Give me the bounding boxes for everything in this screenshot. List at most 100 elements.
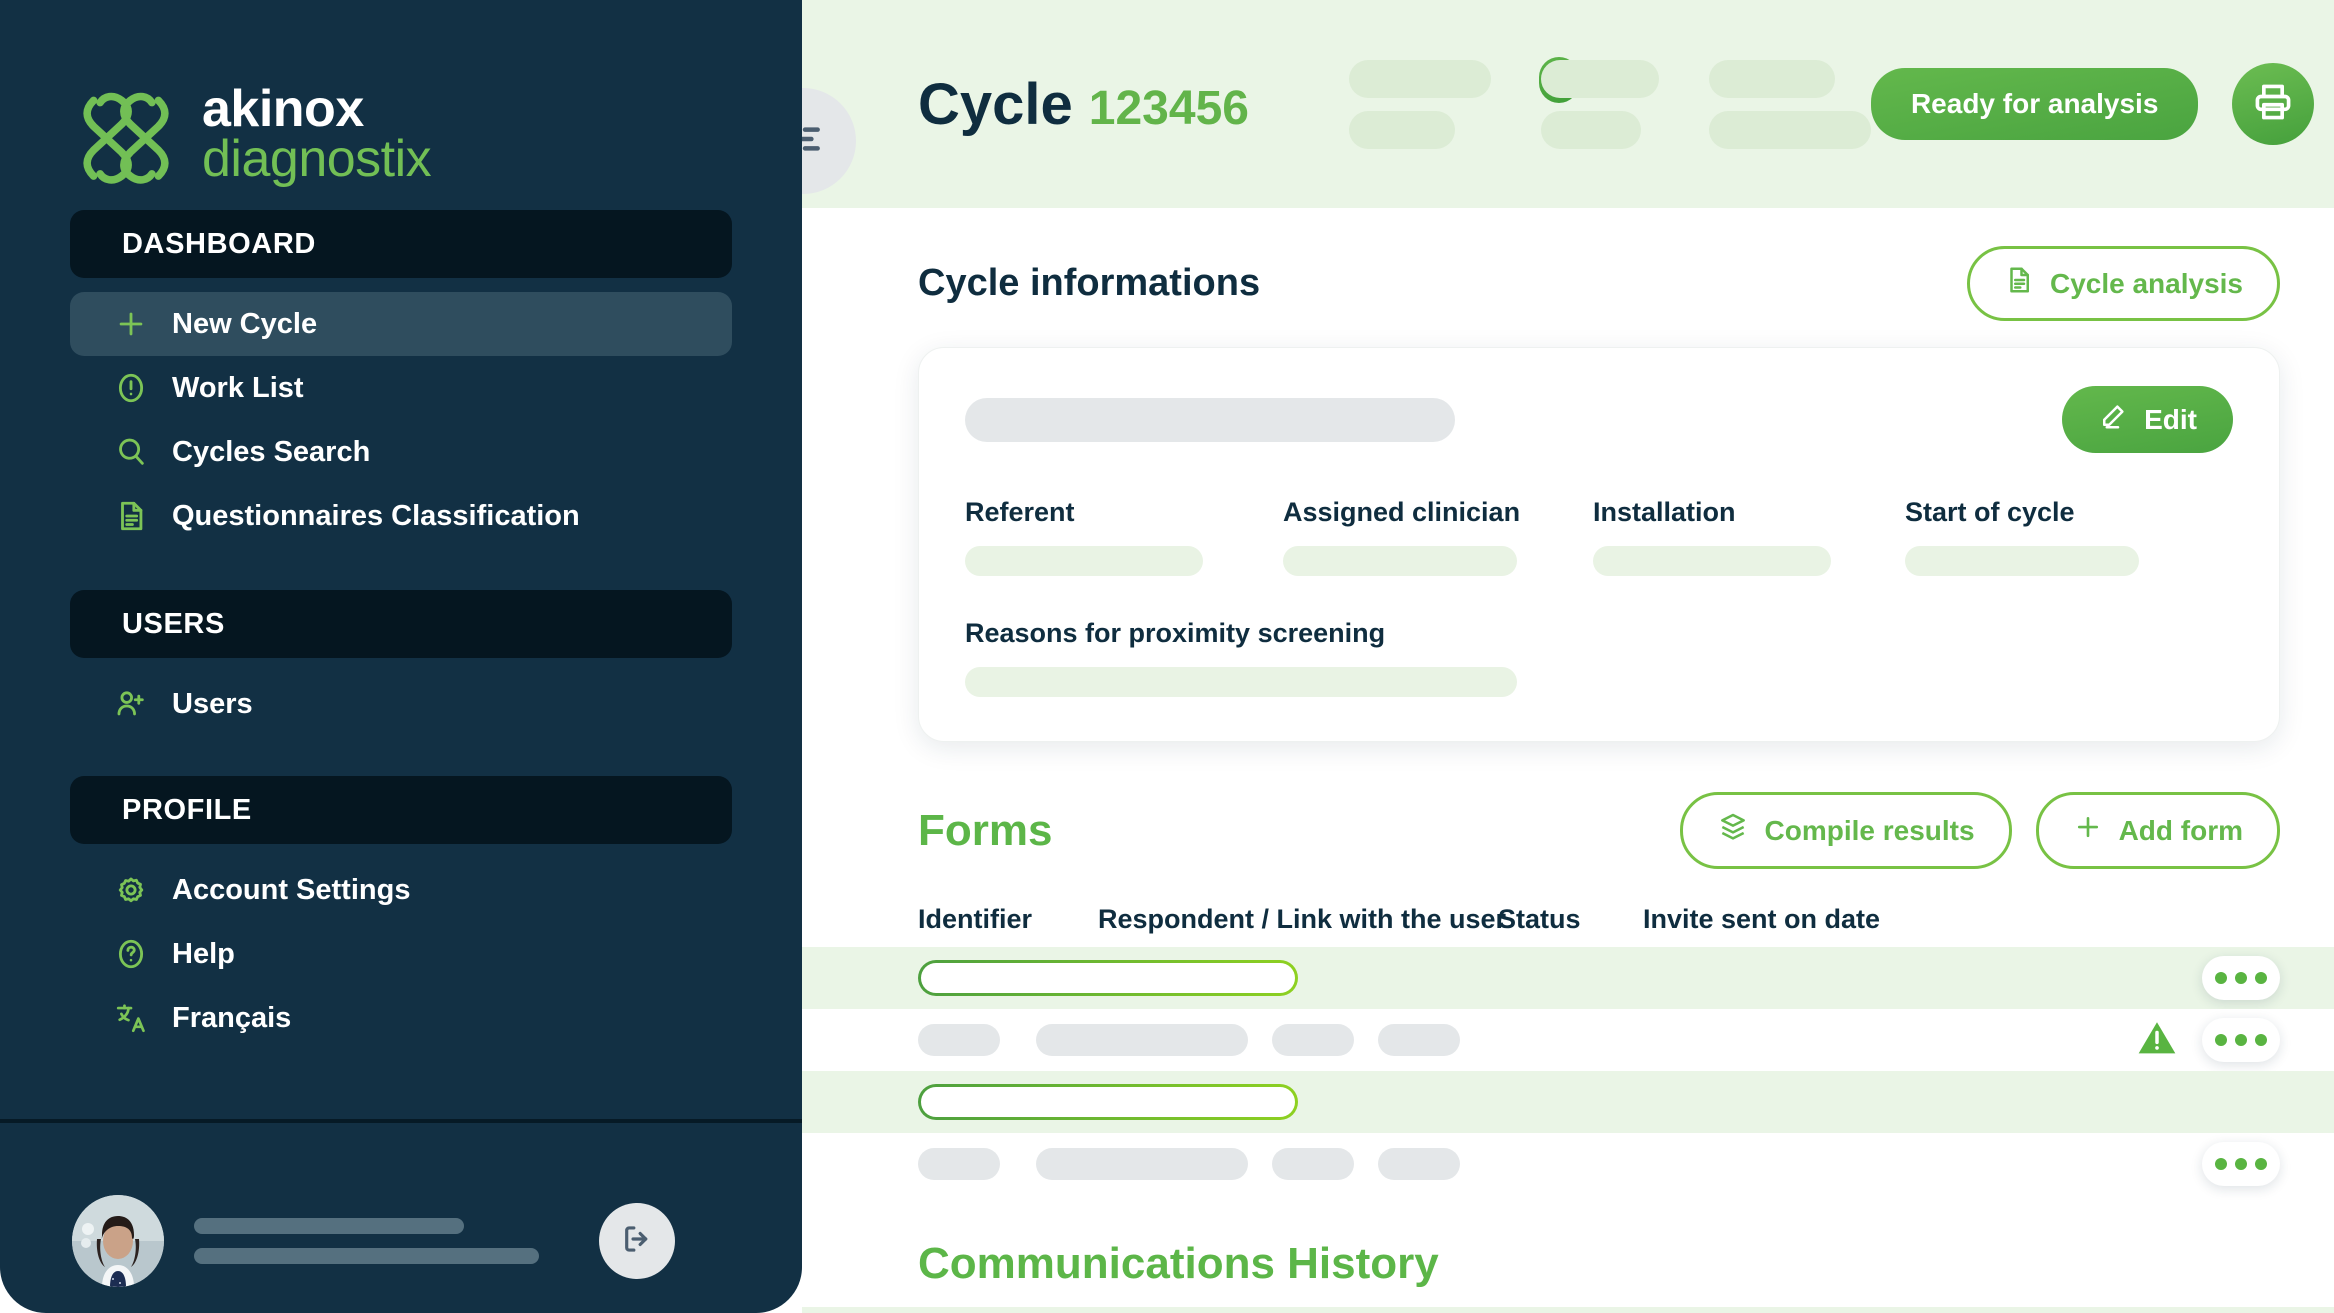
group-identifier-chip	[918, 1084, 1298, 1120]
section-title-cycle-informations: Cycle informations	[918, 262, 1261, 304]
kebab-menu-icon[interactable]	[2202, 956, 2280, 1000]
redacted-bar	[965, 397, 1455, 442]
field-value-placeholder	[1593, 546, 1831, 576]
column-header-respondent: Respondent / Link with the user	[1098, 903, 1507, 934]
brand-name-akinox: akinox	[202, 80, 364, 139]
sidebar-item-label: Work List	[172, 371, 304, 404]
page-header: Cycle 123456 Ready for analysis	[802, 0, 2334, 208]
row-actions	[2134, 1016, 2280, 1065]
add-form-button[interactable]: Add form	[2035, 792, 2280, 869]
user-add-icon	[112, 685, 150, 723]
sidebar-item-cycles-search[interactable]: Cycles Search	[70, 420, 732, 484]
sidebar-item-label: Questionnaires Classification	[172, 499, 580, 532]
status-badge[interactable]: Ready for analysis	[1870, 68, 2199, 140]
sidebar-user-profile[interactable]	[0, 1123, 802, 1313]
cycle-fields-row: Referent Assigned clinician Installation…	[965, 497, 2233, 576]
page-title: Cycle 123456	[918, 71, 1249, 138]
group-identifier-chip	[918, 960, 1298, 996]
redacted-chip	[1708, 110, 1871, 149]
cycle-informations-header: Cycle informations Cycle analysis	[918, 246, 2280, 321]
cell-invite-sent	[1378, 1024, 1460, 1056]
table-row[interactable]	[802, 1133, 2334, 1195]
redacted-chip	[1708, 59, 1835, 98]
cycle-informations-card: Edit Referent Assigned clinician Install…	[918, 347, 2280, 742]
communications-table: Communication type Questionnaires Date a…	[802, 1307, 2334, 1313]
sidebar-item-language-francais[interactable]: Français	[70, 986, 732, 1050]
logout-button[interactable]	[599, 1203, 675, 1279]
sidebar-item-work-list[interactable]: Work List	[70, 356, 732, 420]
cell-status	[1272, 1148, 1354, 1180]
edit-label: Edit	[2144, 403, 2197, 435]
print-icon	[2251, 80, 2295, 129]
search-icon	[112, 433, 150, 471]
sidebar-item-account-settings[interactable]: Account Settings	[70, 858, 732, 922]
patient-info-column	[1540, 59, 1659, 149]
field-start-of-cycle: Start of cycle	[1905, 497, 2205, 576]
cell-respondent	[1036, 1024, 1248, 1056]
sidebar-item-label: Help	[172, 937, 235, 970]
document-icon	[2004, 265, 2034, 302]
compile-results-button[interactable]: Compile results	[1679, 792, 2012, 869]
sidebar: akinox diagnostix DASHBOARD New Cycle Wo…	[0, 0, 802, 1313]
communications-header: Communications History	[918, 1239, 2280, 1289]
field-installation: Installation	[1593, 497, 1905, 576]
field-reasons-for-proximity-screening: Reasons for proximity screening	[965, 618, 2233, 697]
forms-table-header: Identifier Respondent / Link with the us…	[918, 891, 2280, 947]
forms-actions: Compile results Add form	[1679, 792, 2280, 869]
warning-triangle-icon	[2134, 1016, 2180, 1065]
field-assigned-clinician: Assigned clinician	[1283, 497, 1593, 576]
sidebar-section-users: USERS	[70, 590, 732, 658]
sidebar-item-label: Account Settings	[172, 873, 411, 906]
collapse-sidebar-button[interactable]	[802, 88, 856, 194]
table-row[interactable]	[802, 1071, 2334, 1133]
avatar	[72, 1195, 164, 1287]
sidebar-item-users[interactable]: Users	[70, 672, 732, 736]
sidebar-item-help[interactable]: Help	[70, 922, 732, 986]
redacted-chip	[1540, 59, 1659, 98]
cycle-analysis-button[interactable]: Cycle analysis	[1966, 246, 2280, 321]
sidebar-section-profile: PROFILE	[70, 776, 732, 844]
field-value-placeholder	[1283, 546, 1517, 576]
layers-icon	[1717, 811, 1749, 850]
sidebar-section-dashboard: DASHBOARD	[70, 210, 732, 278]
communications-table-header: Communication type Questionnaires Date a…	[802, 1307, 2334, 1313]
help-circle-icon	[112, 935, 150, 973]
header-actions: Ready for analysis	[1870, 63, 2315, 145]
app-root: akinox diagnostix DASHBOARD New Cycle Wo…	[0, 0, 2334, 1313]
kebab-menu-icon[interactable]	[2202, 1018, 2280, 1062]
field-label: Installation	[1593, 497, 1736, 527]
sidebar-item-questionnaires-classification[interactable]: Questionnaires Classification	[70, 484, 732, 548]
table-row[interactable]	[802, 1009, 2334, 1071]
table-row[interactable]	[802, 947, 2334, 1009]
sidebar-item-new-cycle[interactable]: New Cycle	[70, 292, 732, 356]
edit-button[interactable]: Edit	[2062, 386, 2233, 453]
main-content: Cycle 123456 Ready for analysis Cycle in…	[802, 0, 2334, 1313]
sidebar-item-label: Cycles Search	[172, 435, 371, 468]
field-label: Start of cycle	[1905, 497, 2075, 527]
print-button[interactable]	[2232, 63, 2315, 145]
brand-name-diagnostix: diagnostix	[202, 130, 432, 188]
cycle-number: 123456	[1088, 81, 1249, 135]
sidebar-nav: DASHBOARD New Cycle Work List Cycles Sea…	[0, 210, 802, 1103]
translate-icon	[112, 999, 150, 1037]
section-title-forms: Forms	[918, 805, 1053, 855]
section-title-communications-history: Communications History	[918, 1239, 1439, 1288]
logout-icon	[618, 1220, 656, 1263]
column-header-identifier: Identifier	[918, 903, 1033, 934]
redacted-bar	[194, 1218, 464, 1234]
redacted-bar	[194, 1248, 539, 1264]
cell-identifier	[918, 1024, 1000, 1056]
document-icon	[112, 497, 150, 535]
field-value-placeholder	[965, 546, 1203, 576]
cycle-analysis-label: Cycle analysis	[2049, 267, 2243, 299]
patient-info-placeholders	[1348, 56, 1871, 149]
cell-status	[1272, 1024, 1354, 1056]
cell-invite-sent	[1378, 1148, 1460, 1180]
redacted-chip	[1348, 59, 1491, 98]
kebab-menu-icon[interactable]	[2202, 1142, 2280, 1186]
user-name-placeholder	[194, 1218, 539, 1264]
cell-identifier	[918, 1148, 1000, 1180]
column-header-invite-sent: Invite sent on date	[1643, 903, 1881, 934]
akinox-logo-icon	[72, 81, 180, 189]
compile-results-label: Compile results	[1764, 814, 1975, 846]
